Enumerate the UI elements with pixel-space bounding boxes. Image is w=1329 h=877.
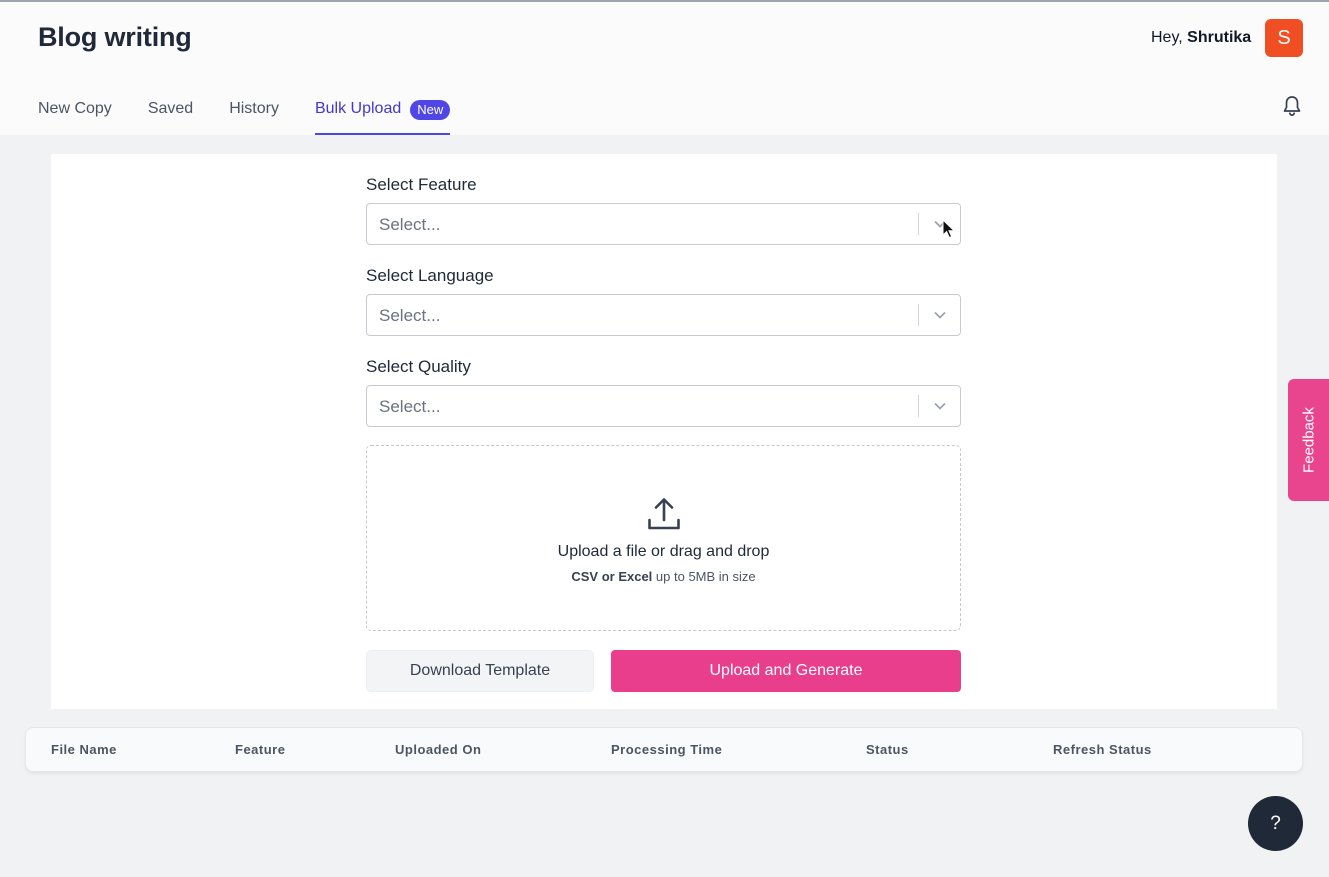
dropzone-formats: CSV or Excel bbox=[571, 569, 653, 584]
bulk-upload-card: Select Feature Select... Select Language… bbox=[51, 154, 1277, 709]
select-placeholder: Select... bbox=[379, 215, 441, 234]
tab-label: History bbox=[229, 100, 279, 117]
user-greeting: Hey, Shrutika bbox=[1151, 29, 1251, 47]
feature-select[interactable]: Select... bbox=[366, 203, 961, 245]
chevron-down-icon bbox=[934, 402, 946, 410]
bell-icon[interactable] bbox=[1282, 95, 1302, 117]
user-name: Shrutika bbox=[1187, 29, 1252, 46]
select-separator bbox=[918, 304, 919, 326]
select-separator bbox=[918, 213, 919, 235]
column-header-status[interactable]: Status bbox=[866, 742, 909, 757]
quality-label: Select Quality bbox=[366, 357, 471, 376]
column-header-feature[interactable]: Feature bbox=[235, 742, 285, 757]
select-placeholder: Select... bbox=[379, 397, 441, 416]
page-title: Blog writing bbox=[38, 22, 192, 52]
tab-label: Saved bbox=[147, 100, 194, 117]
upload-and-generate-button[interactable]: Upload and Generate bbox=[611, 650, 961, 692]
app-header: Blog writing Hey, Shrutika S New Copy Sa… bbox=[0, 2, 1329, 135]
tab-label: New Copy bbox=[38, 100, 112, 117]
dropzone-size-note: up to 5MB in size bbox=[655, 569, 756, 584]
tab-new-copy[interactable]: New Copy bbox=[38, 94, 112, 135]
tab-bar: New Copy Saved History Bulk Upload New bbox=[38, 94, 486, 135]
column-header-processing-time[interactable]: Processing Time bbox=[611, 742, 722, 757]
tab-label: Bulk Upload bbox=[314, 100, 402, 117]
upload-icon bbox=[648, 498, 680, 530]
column-header-refresh-status[interactable]: Refresh Status bbox=[1053, 742, 1152, 757]
file-dropzone[interactable]: Upload a file or drag and drop CSV or Ex… bbox=[366, 445, 961, 631]
dropzone-text: Upload a file or drag and drop bbox=[557, 543, 770, 560]
dropzone-hint: CSV or Excel up to 5MB in size bbox=[367, 569, 960, 584]
help-button[interactable]: ? bbox=[1248, 796, 1303, 851]
download-template-button[interactable]: Download Template bbox=[366, 650, 594, 692]
chevron-down-icon bbox=[934, 311, 946, 319]
column-header-file-name[interactable]: File Name bbox=[51, 742, 117, 757]
quality-select[interactable]: Select... bbox=[366, 385, 961, 427]
feature-label: Select Feature bbox=[366, 175, 477, 194]
avatar[interactable]: S bbox=[1265, 19, 1303, 57]
tab-saved[interactable]: Saved bbox=[148, 94, 193, 135]
tab-bulk-upload[interactable]: Bulk Upload New bbox=[314, 94, 451, 135]
tab-history[interactable]: History bbox=[229, 94, 279, 135]
feedback-label: Feedback bbox=[1300, 407, 1317, 473]
uploads-table-header: File Name Feature Uploaded On Processing… bbox=[25, 727, 1303, 772]
feedback-tab[interactable]: Feedback bbox=[1288, 379, 1329, 501]
select-separator bbox=[918, 395, 919, 417]
mouse-cursor-icon bbox=[942, 219, 956, 239]
greeting-prefix: Hey, bbox=[1151, 29, 1183, 46]
language-select[interactable]: Select... bbox=[366, 294, 961, 336]
new-badge: New bbox=[410, 100, 451, 120]
language-label: Select Language bbox=[366, 266, 494, 285]
column-header-uploaded-on[interactable]: Uploaded On bbox=[395, 742, 481, 757]
select-placeholder: Select... bbox=[379, 306, 441, 325]
